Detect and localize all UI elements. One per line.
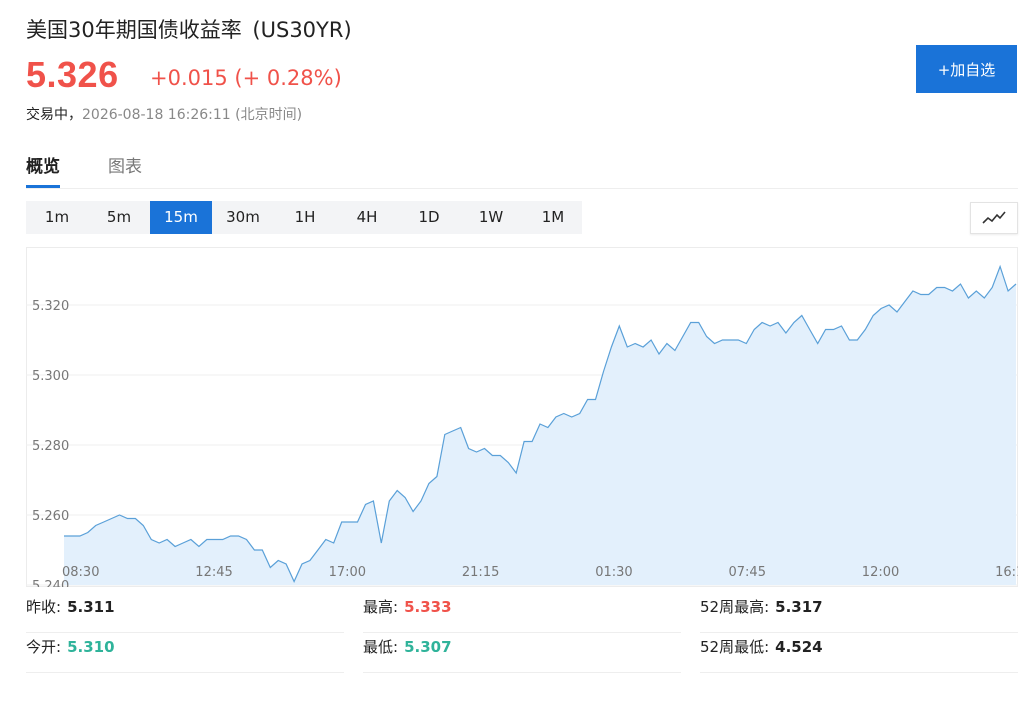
stat-value: 5.311 xyxy=(67,598,115,616)
stat-label: 最高: xyxy=(363,598,399,616)
tab-chart[interactable]: 图表 xyxy=(108,152,142,185)
y-tick-label: 5.260 xyxy=(32,509,69,524)
x-tick-label: 17:00 xyxy=(329,565,366,580)
interval-1h[interactable]: 1H xyxy=(274,201,336,234)
tab-overview[interactable]: 概览 xyxy=(26,152,60,188)
stat-52w-low: 52周最低: 4.524 xyxy=(700,636,1018,673)
interval-1m[interactable]: 1m xyxy=(26,201,88,234)
chart-area xyxy=(64,266,1016,585)
interval-1w[interactable]: 1W xyxy=(460,201,522,234)
x-tick-label: 08:30 xyxy=(62,565,99,580)
x-tick-label: 21:15 xyxy=(462,565,499,580)
tab-bar: 概览 图表 xyxy=(26,144,1018,189)
x-tick-label: 16:1 xyxy=(995,565,1018,580)
stat-52w-high: 52周最高: 5.317 xyxy=(700,596,1018,633)
line-chart-icon xyxy=(982,211,1006,224)
y-tick-label: 5.280 xyxy=(32,439,69,454)
x-tick-label: 12:45 xyxy=(195,565,232,580)
stat-label: 最低: xyxy=(363,638,399,656)
price-change: +0.015 (+ 0.28%) xyxy=(150,66,342,90)
interval-30m[interactable]: 30m xyxy=(212,201,274,234)
x-tick-label: 07:45 xyxy=(729,565,766,580)
stat-value: 5.317 xyxy=(775,598,823,616)
stat-value: 5.333 xyxy=(404,598,452,616)
chart-type-button[interactable] xyxy=(970,202,1018,234)
stat-label: 52周最低: xyxy=(700,638,770,656)
stat-high: 最高: 5.333 xyxy=(363,596,681,633)
x-tick-label: 01:30 xyxy=(595,565,632,580)
instrument-title: 美国30年期国债收益率 (US30YR) xyxy=(26,14,352,44)
stat-prev-close: 昨收: 5.311 xyxy=(26,596,344,633)
stat-label: 52周最高: xyxy=(700,598,770,616)
trading-status: 交易中，2026-08-18 16:26:11 (北京时间) xyxy=(26,104,302,124)
stat-open: 今开: 5.310 xyxy=(26,636,344,673)
instrument-name: 美国30年期国债收益率 xyxy=(26,18,242,42)
interval-15m[interactable]: 15m xyxy=(150,201,212,234)
interval-1d[interactable]: 1D xyxy=(398,201,460,234)
y-tick-label: 5.240 xyxy=(32,579,69,587)
stat-value: 5.307 xyxy=(404,638,452,656)
yield-chart[interactable]: 5.240 5.260 5.280 5.300 5.320 08:30 12:45 17:0… xyxy=(26,247,1018,587)
y-tick-label: 5.320 xyxy=(32,299,69,314)
status-label: 交易中， xyxy=(26,107,82,123)
stat-value: 4.524 xyxy=(775,638,823,656)
interval-5m[interactable]: 5m xyxy=(88,201,150,234)
y-tick-label: 5.300 xyxy=(32,369,69,384)
interval-4h[interactable]: 4H xyxy=(336,201,398,234)
instrument-code: (US30YR) xyxy=(252,18,352,42)
add-watchlist-button[interactable]: +加自选 xyxy=(916,45,1017,93)
current-price: 5.326 xyxy=(26,54,119,95)
y-axis-labels: 5.240 5.260 5.280 5.300 5.320 xyxy=(32,299,69,587)
interval-selector: 1m 5m 15m 30m 1H 4H 1D 1W 1M xyxy=(26,201,582,234)
stat-label: 昨收: xyxy=(26,598,62,616)
x-tick-label: 12:00 xyxy=(862,565,899,580)
stat-value: 5.310 xyxy=(67,638,115,656)
stat-label: 今开: xyxy=(26,638,62,656)
interval-1mo[interactable]: 1M xyxy=(522,201,584,234)
status-timestamp: 2026-08-18 16:26:11 (北京时间) xyxy=(82,107,303,123)
stat-low: 最低: 5.307 xyxy=(363,636,681,673)
